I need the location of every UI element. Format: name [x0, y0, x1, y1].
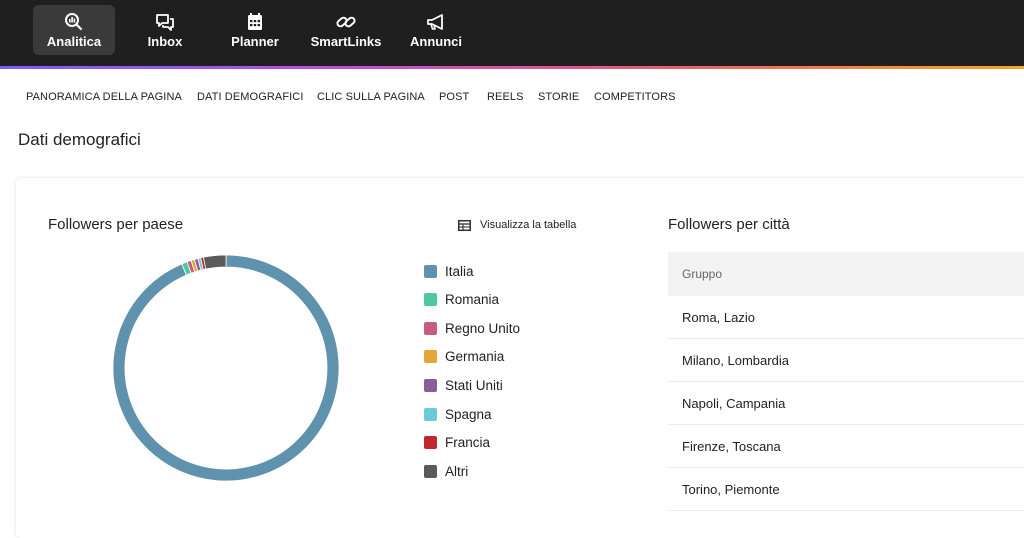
- legend-swatch: [424, 436, 437, 450]
- nav-label: Analitica: [46, 33, 102, 49]
- subtabs-bar: PANORAMICA DELLA PAGINA DATI DEMOGRAFICI…: [0, 70, 1024, 122]
- page-title: Dati demografici: [18, 130, 141, 149]
- top-navigation: Analitica Inbox Planner SmartLinks Annun…: [0, 0, 1024, 66]
- legend-label: Romania: [445, 292, 500, 308]
- table-icon: [458, 219, 471, 231]
- legend-label: Italia: [445, 263, 474, 279]
- table-row[interactable]: Roma, Lazio: [668, 296, 1024, 339]
- link-icon: [336, 16, 356, 27]
- nav-label: Inbox: [147, 33, 183, 49]
- legend-label: Germania: [445, 349, 505, 365]
- legend-item-spagna[interactable]: Spagna: [424, 405, 492, 423]
- legend-label: Regno Unito: [445, 320, 521, 336]
- legend-swatch: [424, 464, 437, 478]
- legend-swatch: [424, 407, 437, 421]
- nav-item-planner[interactable]: Planner: [224, 5, 286, 55]
- analytics-search-icon: [65, 12, 83, 30]
- nav-label: SmartLinks: [310, 33, 382, 49]
- legend-item-altri[interactable]: Altri: [424, 462, 468, 480]
- country-donut-chart: [112, 254, 340, 482]
- legend-item-germania[interactable]: Germania: [424, 348, 504, 366]
- view-table-label: Visualizza la tabella: [480, 219, 577, 231]
- legend-item-francia[interactable]: Francia: [424, 434, 490, 452]
- legend-label: Francia: [445, 435, 491, 451]
- legend-swatch: [424, 321, 437, 335]
- nav-item-analitica[interactable]: Analitica: [33, 5, 115, 55]
- donut-slice-italia[interactable]: [112, 254, 340, 482]
- legend-label: Spagna: [445, 406, 492, 422]
- nav-item-annunci[interactable]: Annunci: [404, 5, 468, 55]
- nav-item-smartlinks[interactable]: SmartLinks: [306, 5, 386, 55]
- tab-post[interactable]: POST: [439, 91, 469, 103]
- city-table-title: Followers per città: [668, 216, 790, 233]
- tab-reels[interactable]: REELS: [487, 91, 524, 103]
- legend-item-italia[interactable]: Italia: [424, 262, 474, 280]
- legend-swatch: [424, 264, 437, 278]
- legend-item-stati-uniti[interactable]: Stati Uniti: [424, 376, 503, 394]
- donut-slice-altri[interactable]: [202, 254, 227, 270]
- nav-accent-bar: [0, 66, 1024, 69]
- city-table: Gruppo Roma, Lazio Milano, Lombardia Nap…: [668, 252, 1024, 511]
- nav-label: Planner: [231, 33, 279, 49]
- chat-bubbles-icon: [156, 13, 174, 31]
- table-row[interactable]: Milano, Lombardia: [668, 339, 1024, 382]
- view-table-button[interactable]: Visualizza la tabella: [458, 219, 576, 231]
- table-row[interactable]: Firenze, Toscana: [668, 425, 1024, 468]
- tab-competitors[interactable]: COMPETITORS: [594, 91, 676, 103]
- legend-label: Altri: [445, 463, 469, 479]
- legend-swatch: [424, 293, 437, 307]
- nav-item-inbox[interactable]: Inbox: [134, 5, 196, 55]
- table-row[interactable]: Napoli, Campania: [668, 382, 1024, 425]
- megaphone-icon: [427, 13, 443, 30]
- legend-swatch: [424, 350, 437, 364]
- legend-swatch: [424, 378, 437, 392]
- tab-dati-demografici[interactable]: DATI DEMOGRAFICI: [197, 91, 304, 103]
- tab-storie[interactable]: STORIE: [538, 91, 579, 103]
- nav-label: Annunci: [410, 33, 462, 49]
- table-row[interactable]: Torino, Piemonte: [668, 468, 1024, 511]
- legend-item-romania[interactable]: Romania: [424, 291, 499, 309]
- tab-clic-sulla-pagina[interactable]: CLIC SULLA PAGINA: [317, 91, 425, 103]
- tab-panoramica[interactable]: PANORAMICA DELLA PAGINA: [26, 91, 182, 103]
- legend-label: Stati Uniti: [445, 377, 503, 393]
- country-chart-title: Followers per paese: [48, 216, 184, 233]
- calendar-icon: [248, 12, 262, 30]
- table-header-gruppo[interactable]: Gruppo: [668, 252, 1024, 296]
- legend-item-regno-unito[interactable]: Regno Unito: [424, 319, 520, 337]
